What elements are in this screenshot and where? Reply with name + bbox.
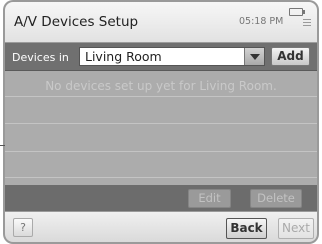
device-list[interactable]: No devices set up yet for Living Room. [5,71,317,185]
screen: A/V Devices Setup 05:18 PM Devices in Li… [5,2,317,242]
battery-icon [289,8,305,16]
room-dropdown-button[interactable] [244,48,264,65]
menu-icon[interactable] [303,19,311,27]
room-select[interactable]: Living Room [79,47,265,66]
next-button[interactable]: Next [278,218,314,239]
device-frame: A/V Devices Setup 05:18 PM Devices in Li… [3,0,319,244]
footer-bar: ? Back Next [5,211,317,242]
action-bar: Edit Delete [5,185,317,211]
add-button[interactable]: Add [271,47,310,66]
list-divider [5,123,317,124]
list-divider [5,151,317,152]
window-title: A/V Devices Setup [14,14,139,30]
help-button[interactable]: ? [13,218,33,237]
back-button[interactable]: Back [226,218,267,239]
clock-time: 05:18 PM [239,16,284,27]
callout-line [0,145,5,146]
list-divider [5,96,317,97]
edit-button[interactable]: Edit [188,189,231,208]
room-select-value: Living Room [85,49,162,64]
chevron-down-icon [250,54,260,60]
title-bar: A/V Devices Setup 05:18 PM [5,2,317,43]
delete-button[interactable]: Delete [250,189,302,208]
devices-in-label: Devices in [12,51,69,64]
list-divider [5,177,317,178]
location-row: Devices in Living Room Add [5,43,317,71]
empty-list-message: No devices set up yet for Living Room. [45,79,277,93]
